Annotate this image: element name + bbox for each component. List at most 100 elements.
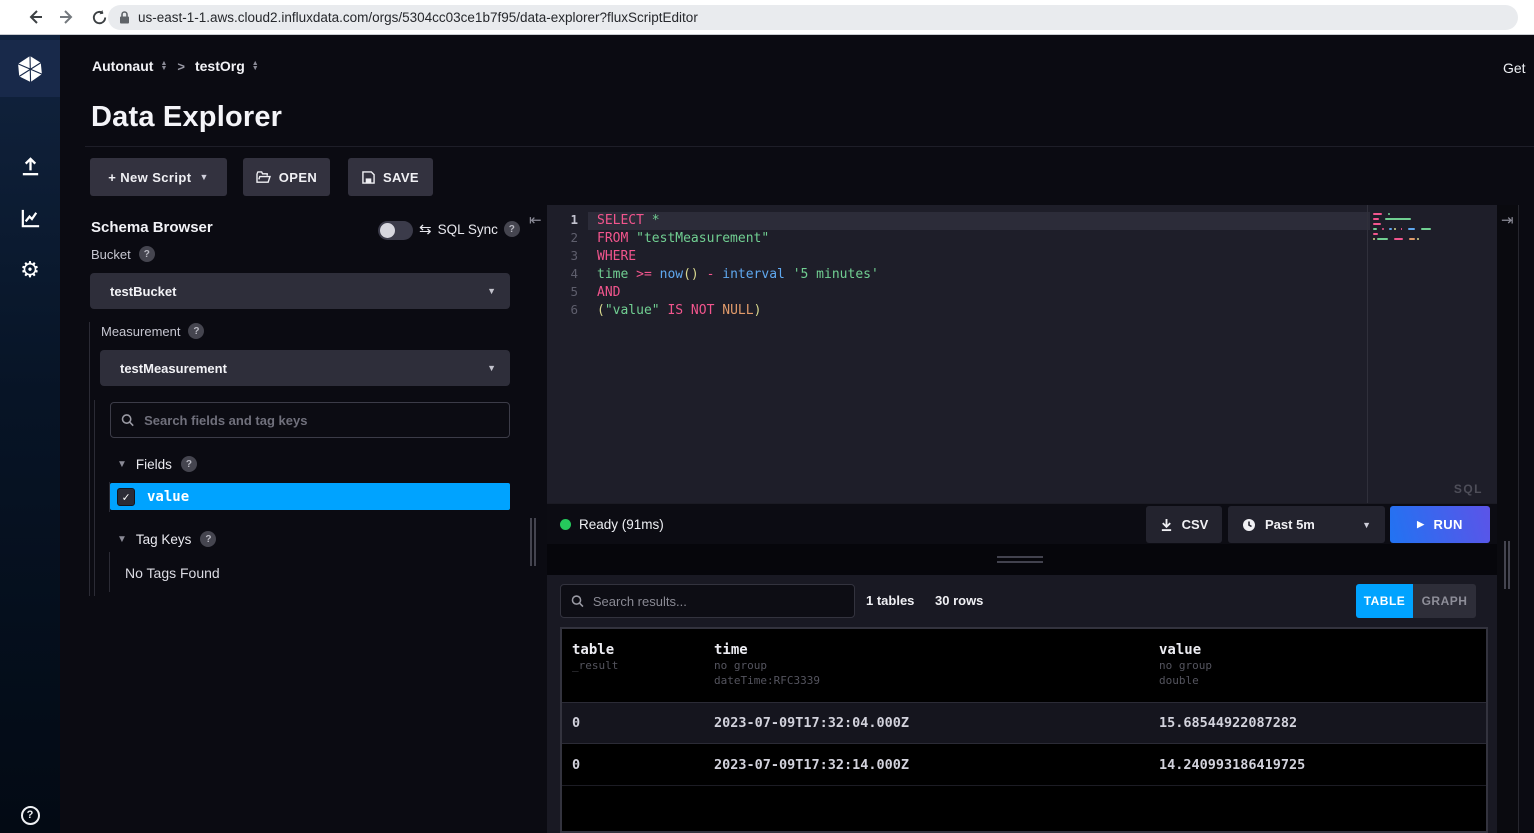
tab-graph[interactable]: GRAPH <box>1413 584 1476 618</box>
horizontal-resize-strip[interactable] <box>547 544 1497 575</box>
measurement-dropdown[interactable]: testMeasurement ▼ <box>100 350 510 386</box>
field-checkbox[interactable]: ✓ <box>117 488 135 506</box>
play-icon: ▶ <box>1417 519 1424 530</box>
schema-search-input[interactable] <box>144 413 499 428</box>
minimap-line <box>1373 223 1431 226</box>
chevron-down-icon: ▼ <box>487 363 496 373</box>
results-table-body: 02023-07-09T17:32:04.000Z15.685449220872… <box>562 702 1486 786</box>
new-script-label: + New Script <box>108 170 191 185</box>
help-icon[interactable]: ? <box>0 798 60 832</box>
project-name: testOrg <box>195 58 245 74</box>
status-text: Ready (91ms) <box>579 517 664 532</box>
left-sidebar: ⚙ ? <box>0 35 60 833</box>
line-number: 5 <box>547 284 578 302</box>
sql-sync: ⇆ SQL Sync ? <box>419 220 520 238</box>
sql-sync-label: SQL Sync <box>438 222 498 237</box>
indent-guide <box>94 400 95 596</box>
code-line[interactable]: SELECT * <box>588 212 1370 230</box>
table-cell: 2023-07-09T17:32:04.000Z <box>704 715 1149 731</box>
browser-reload-icon[interactable] <box>88 6 110 28</box>
indent-guide <box>109 552 110 592</box>
tag-keys-section-header[interactable]: ▼ Tag Keys ? <box>117 531 216 547</box>
folder-icon <box>256 171 271 184</box>
results-search-input[interactable] <box>593 594 844 609</box>
lock-icon <box>119 11 130 24</box>
fields-section-header[interactable]: ▼ Fields ? <box>117 456 197 472</box>
tables-count: 1 tables <box>866 593 914 608</box>
toggle-knob <box>380 223 395 238</box>
breadcrumb: Autonaut ▲▼ > testOrg ▲▼ <box>92 58 259 74</box>
schema-browser-title: Schema Browser <box>91 219 213 236</box>
address-bar[interactable]: us-east-1-1.aws.cloud2.influxdata.com/or… <box>108 5 1518 30</box>
minimap[interactable] <box>1373 213 1431 243</box>
sql-sync-toggle[interactable] <box>378 221 413 240</box>
indent-guide <box>89 322 90 596</box>
measurement-value: testMeasurement <box>120 361 487 376</box>
browser-forward-icon[interactable] <box>56 6 78 28</box>
table-row: 02023-07-09T17:32:04.000Z15.685449220872… <box>562 702 1486 744</box>
expand-right-panel-icon[interactable]: ⇥ <box>1501 213 1514 228</box>
right-rail: ⇥ <box>1497 205 1519 833</box>
minimap-line <box>1373 218 1431 221</box>
code-line[interactable]: time >= now() - interval '5 minutes' <box>588 266 1370 284</box>
minimap-line <box>1373 233 1431 236</box>
chevron-down-icon: ▼ <box>1362 520 1371 530</box>
tab-table[interactable]: TABLE <box>1356 584 1413 618</box>
table-cell: 0 <box>562 715 704 731</box>
influxdb-app: ⚙ ? Autonaut ▲▼ > testOrg ▲▼ Get Data Ex… <box>0 35 1534 833</box>
code-line[interactable]: WHERE <box>588 248 1370 266</box>
line-number: 2 <box>547 230 578 248</box>
open-button[interactable]: OPEN <box>243 158 330 196</box>
query-status-bar: Ready (91ms) CSV Past 5m ▼ ▶ RUN <box>547 503 1497 544</box>
save-button[interactable]: SAVE <box>348 158 433 196</box>
fields-label: Fields <box>136 457 172 472</box>
collapse-caret-icon: ▼ <box>117 534 127 545</box>
code-lines[interactable]: SELECT *FROM "testMeasurement"WHEREtime … <box>588 212 1370 320</box>
line-number: 4 <box>547 266 578 284</box>
results-table-head: table_resulttimeno groupdateTime:RFC3339… <box>562 629 1486 702</box>
results-table: table_resulttimeno groupdateTime:RFC3339… <box>560 627 1488 833</box>
org-switcher[interactable]: Autonaut ▲▼ <box>92 58 167 74</box>
code-gutter: 123456 <box>547 212 578 320</box>
minimap-line <box>1373 228 1431 231</box>
run-button[interactable]: ▶ RUN <box>1390 506 1490 543</box>
code-line[interactable]: ("value" IS NOT NULL) <box>588 302 1370 320</box>
minimap-divider <box>1367 205 1368 503</box>
collapse-left-panel-icon[interactable]: ⇤ <box>529 213 542 228</box>
sql-editor[interactable]: 123456 SELECT *FROM "testMeasurement"WHE… <box>547 205 1497 503</box>
browser-back-icon[interactable] <box>24 6 46 28</box>
minimap-line <box>1373 213 1431 216</box>
code-line[interactable]: AND <box>588 284 1370 302</box>
bucket-dropdown[interactable]: testBucket ▼ <box>90 273 510 309</box>
view-tabs: TABLE GRAPH <box>1356 584 1476 618</box>
code-line[interactable]: FROM "testMeasurement" <box>588 230 1370 248</box>
tag-keys-label: Tag Keys <box>136 532 192 547</box>
tag-keys-help-icon[interactable]: ? <box>200 531 216 547</box>
influxdb-logo[interactable] <box>0 40 60 97</box>
sql-sync-help-icon[interactable]: ? <box>504 221 520 237</box>
line-number: 6 <box>547 302 578 320</box>
org-name: Autonaut <box>92 58 153 74</box>
project-switcher[interactable]: testOrg ▲▼ <box>195 58 259 74</box>
new-script-button[interactable]: + New Script ▼ <box>90 158 227 196</box>
fields-help-icon[interactable]: ? <box>181 456 197 472</box>
field-item-value[interactable]: ✓ value <box>110 483 510 510</box>
table-cell: 14.240993186419725 <box>1149 757 1486 773</box>
sync-arrows-icon: ⇆ <box>419 220 432 238</box>
table-cell: 2023-07-09T17:32:14.000Z <box>704 757 1149 773</box>
line-number: 1 <box>547 212 578 230</box>
get-started-link[interactable]: Get <box>1503 60 1534 76</box>
clock-icon <box>1242 518 1256 532</box>
upload-data-icon[interactable] <box>0 149 60 183</box>
bucket-value: testBucket <box>110 284 487 299</box>
open-label: OPEN <box>279 170 317 185</box>
line-number: 3 <box>547 248 578 266</box>
settings-gear-icon[interactable]: ⚙ <box>0 253 60 287</box>
measurement-help-icon[interactable]: ? <box>188 323 204 339</box>
project-caret-icon: ▲▼ <box>252 61 259 71</box>
time-range-dropdown[interactable]: Past 5m ▼ <box>1228 506 1385 543</box>
csv-button[interactable]: CSV <box>1146 506 1222 543</box>
bucket-help-icon[interactable]: ? <box>139 246 155 262</box>
data-explorer-icon[interactable] <box>0 201 60 235</box>
rows-count: 30 rows <box>935 593 983 608</box>
